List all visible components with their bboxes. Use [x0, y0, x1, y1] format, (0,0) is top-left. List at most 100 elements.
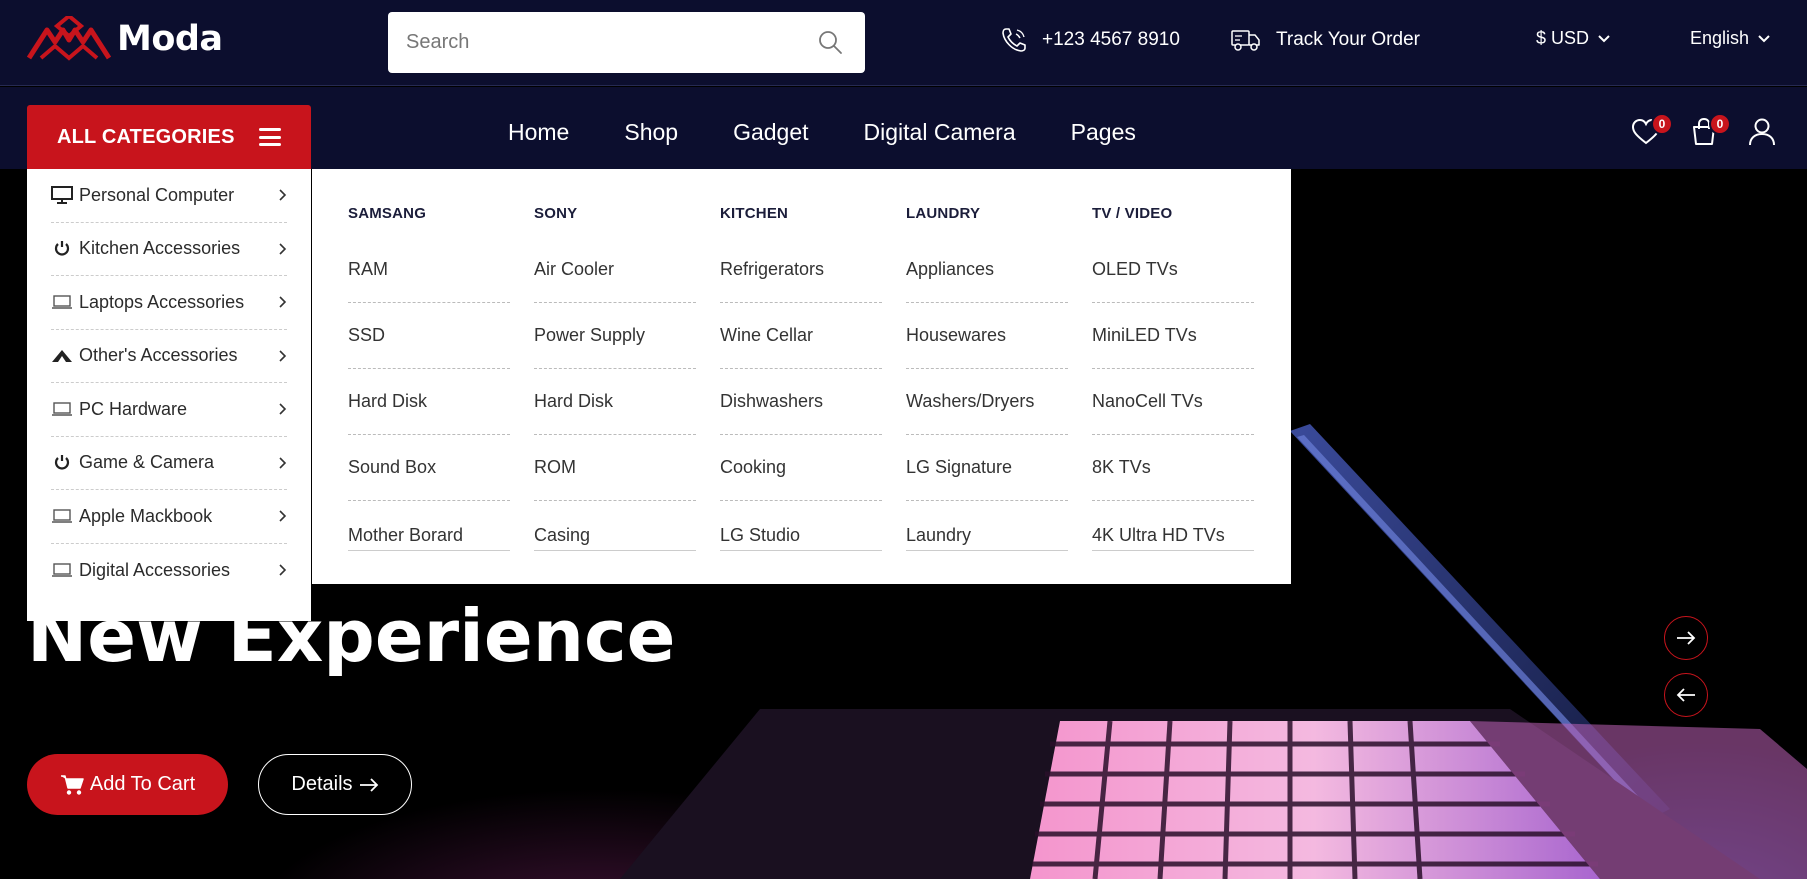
add-to-cart-button[interactable]: Add To Cart	[27, 754, 228, 815]
category-label: Personal Computer	[79, 184, 235, 205]
nav-pages[interactable]: Pages	[1071, 119, 1136, 146]
nav-shop[interactable]: Shop	[624, 119, 678, 146]
mega-link[interactable]: Air Cooler	[534, 237, 696, 303]
mega-column: SAMSANG RAM SSD Hard Disk Sound Box Moth…	[348, 205, 510, 584]
search-icon[interactable]	[817, 29, 843, 55]
slider-next-button[interactable]	[1664, 616, 1708, 660]
search-input[interactable]	[388, 12, 808, 73]
slider-prev-button[interactable]	[1664, 673, 1708, 717]
category-item[interactable]: Apple Mackbook	[51, 490, 287, 544]
mega-column: TV / VIDEO OLED TVs MiniLED TVs NanoCell…	[1092, 205, 1254, 584]
logo-mark-icon	[27, 16, 111, 61]
mega-link[interactable]: Hard Disk	[534, 369, 696, 435]
account-button[interactable]	[1747, 117, 1777, 147]
language-value: English	[1690, 28, 1750, 48]
logo-text: Moda	[117, 19, 223, 59]
category-item[interactable]: Other's Accessories	[51, 330, 287, 383]
mega-link[interactable]: Cooking	[720, 435, 882, 501]
mega-link[interactable]: LG Studio	[720, 501, 882, 551]
phone-contact[interactable]: +123 4567 8910	[1000, 26, 1180, 54]
mega-link[interactable]: MiniLED TVs	[1092, 303, 1254, 369]
category-item[interactable]: Laptops Accessories	[51, 276, 287, 330]
category-item[interactable]: Personal Computer	[51, 169, 287, 223]
category-item[interactable]: Game & Camera	[51, 437, 287, 490]
nav-gadget[interactable]: Gadget	[733, 119, 808, 146]
arrow-shape-icon	[52, 349, 72, 362]
mega-link[interactable]: Housewares	[906, 303, 1068, 369]
delivery-truck-icon	[1231, 30, 1260, 51]
chevron-right-icon	[279, 457, 287, 469]
chevron-right-icon	[279, 243, 287, 255]
all-categories-label: ALL CATEGORIES	[57, 125, 235, 148]
mega-link[interactable]: Sound Box	[348, 435, 510, 501]
mega-link[interactable]: OLED TVs	[1092, 237, 1254, 303]
mega-link[interactable]: Appliances	[906, 237, 1068, 303]
mega-link[interactable]: NanoCell TVs	[1092, 369, 1254, 435]
mega-link[interactable]: Laundry	[906, 501, 1068, 551]
mega-column-heading: TV / VIDEO	[1092, 205, 1173, 222]
laptop-icon	[52, 563, 72, 578]
chevron-right-icon	[279, 564, 287, 576]
laptop-icon	[52, 295, 72, 310]
mega-link[interactable]: Hard Disk	[348, 369, 510, 435]
phone-icon	[1002, 28, 1026, 52]
chevron-right-icon	[279, 403, 287, 415]
category-label: Apple Mackbook	[79, 505, 213, 526]
category-label: Game & Camera	[79, 452, 215, 473]
category-label: Other's Accessories	[79, 345, 238, 366]
chevron-right-icon	[279, 296, 287, 308]
search-box	[388, 12, 865, 73]
mega-column: SONY Air Cooler Power Supply Hard Disk R…	[534, 205, 696, 584]
details-button[interactable]: Details	[258, 754, 412, 815]
mega-column: KITCHEN Refrigerators Wine Cellar Dishwa…	[720, 205, 882, 584]
mega-link[interactable]: 4K Ultra HD TVs	[1092, 501, 1254, 551]
monitor-icon	[51, 186, 73, 205]
mega-link[interactable]: Power Supply	[534, 303, 696, 369]
mega-column: LAUNDRY Appliances Housewares Washers/Dr…	[906, 205, 1068, 584]
arrow-right-icon	[1677, 631, 1696, 645]
mega-link[interactable]: Casing	[534, 501, 696, 551]
wishlist-count-badge: 0	[1651, 113, 1673, 135]
user-icon	[1749, 118, 1775, 146]
mega-link[interactable]: Wine Cellar	[720, 303, 882, 369]
track-order-label: Track Your Order	[1276, 29, 1420, 50]
mega-link[interactable]: 8K TVs	[1092, 435, 1254, 501]
track-order-link[interactable]: Track Your Order	[1230, 26, 1420, 54]
add-to-cart-label: Add To Cart	[89, 773, 196, 795]
mega-link[interactable]: SSD	[348, 303, 510, 369]
chevron-right-icon	[279, 350, 287, 362]
mega-menu: SAMSANG RAM SSD Hard Disk Sound Box Moth…	[312, 169, 1291, 584]
mega-link[interactable]: Mother Borard	[348, 501, 510, 551]
power-icon	[54, 454, 70, 470]
category-label: Kitchen Accessories	[79, 238, 241, 259]
cart-icon	[60, 774, 84, 795]
category-item[interactable]: Kitchen Accessories	[51, 223, 287, 276]
nav-digital-camera[interactable]: Digital Camera	[864, 119, 1016, 146]
logo[interactable]: Moda	[27, 16, 223, 62]
category-item[interactable]: Digital Accessories	[51, 544, 287, 598]
chevron-down-icon	[1758, 34, 1770, 42]
mega-link[interactable]: Dishwashers	[720, 369, 882, 435]
currency-select[interactable]: $ USD	[1536, 28, 1611, 49]
mega-column-heading: SONY	[534, 205, 578, 222]
arrow-right-icon	[359, 777, 378, 792]
mega-link[interactable]: Refrigerators	[720, 237, 882, 303]
chevron-right-icon	[279, 189, 287, 201]
laptop-icon	[52, 509, 72, 524]
mega-column-heading: KITCHEN	[720, 205, 789, 222]
power-icon	[54, 240, 70, 256]
chevron-right-icon	[279, 510, 287, 522]
mega-link[interactable]: LG Signature	[906, 435, 1068, 501]
mega-link[interactable]: Washers/Dryers	[906, 369, 1068, 435]
cart-button[interactable]: 0	[1689, 113, 1731, 147]
wishlist-button[interactable]: 0	[1631, 113, 1673, 147]
currency-value: $ USD	[1536, 28, 1590, 48]
top-header: Moda +123 4567 8910 Track Your Order $ U…	[0, 0, 1807, 86]
nav-home[interactable]: Home	[508, 119, 569, 146]
mega-link[interactable]: ROM	[534, 435, 696, 501]
category-item[interactable]: PC Hardware	[51, 383, 287, 437]
header-actions: 0 0	[1631, 113, 1777, 147]
mega-link[interactable]: RAM	[348, 237, 510, 303]
language-select[interactable]: English	[1690, 28, 1771, 49]
all-categories-button[interactable]: ALL CATEGORIES	[27, 105, 311, 169]
